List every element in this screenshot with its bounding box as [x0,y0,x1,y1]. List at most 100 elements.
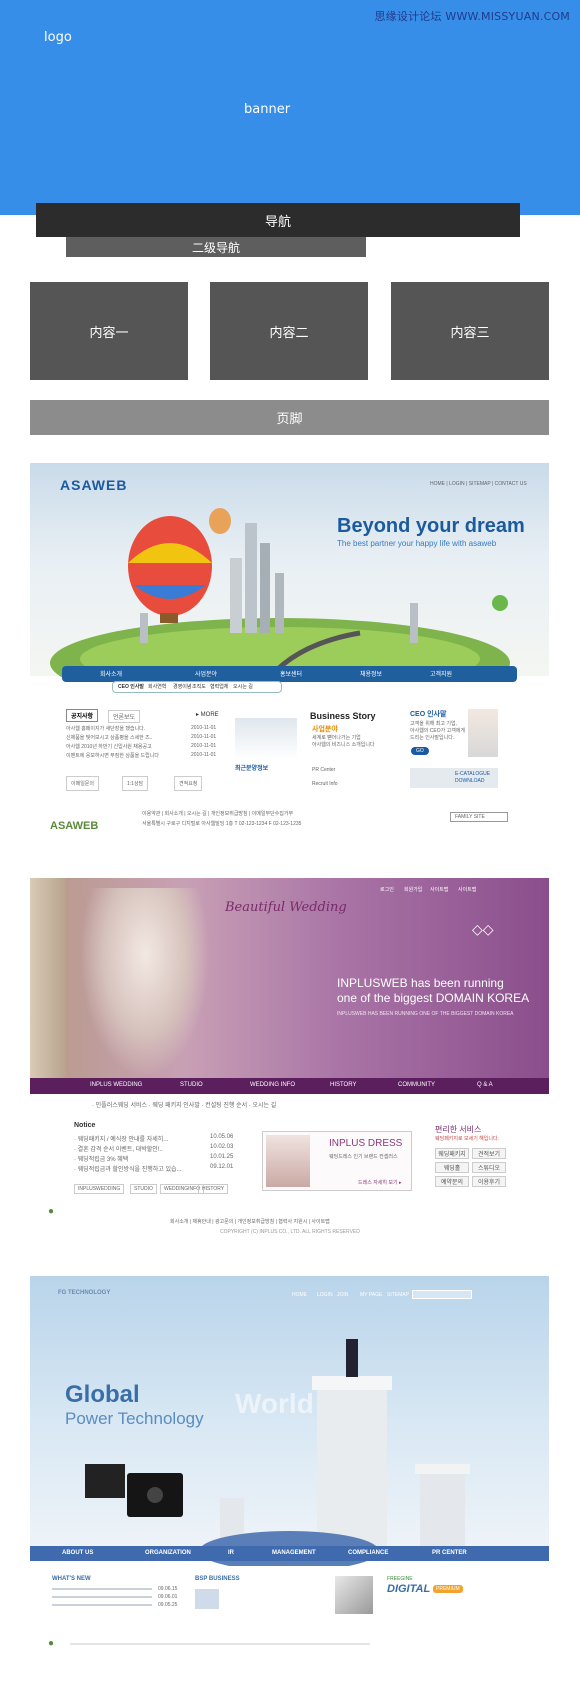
nav-item[interactable]: COMPLIANCE [348,1550,388,1556]
news-item-line[interactable] [52,1604,152,1606]
nav-item[interactable]: 홍보센터 [280,669,302,678]
recent-info[interactable]: 최근분양정보 [235,763,268,772]
notice-item[interactable]: · 웨딩패키지 / 예식장 안내를 자세히... [74,1134,168,1143]
top-link[interactable]: 사이트맵 [458,886,476,893]
news-item-line[interactable] [52,1588,152,1590]
news-item-line[interactable] [52,1596,152,1598]
notice-item[interactable]: 이벤트에 응모하시면 푸짐한 상품을 드립니다 [66,752,159,759]
nav-item[interactable]: PR CENTER [432,1550,467,1556]
nav-item[interactable]: 고객지원 [430,669,452,678]
notice-item[interactable]: 아사웹 홈페이지가 새단장을 했습니다. [66,725,145,732]
service-button[interactable]: 예약문의 [435,1176,469,1187]
hero-headline-2: one of the biggest DOMAIN KOREA [337,991,530,1005]
search-input[interactable] [412,1290,472,1299]
notice-tab[interactable]: INPLUSWEDDING [74,1184,125,1194]
content-label: 内容三 [450,325,490,341]
top-link[interactable]: JOIN [337,1292,348,1298]
banner-label: banner [244,102,291,117]
notice-date: 10.02.03 [210,1144,234,1150]
service-title: 편리한 서비스 [435,1125,482,1134]
content-box-2[interactable]: 内容二 [210,282,368,380]
service-button[interactable]: 웨딩홀 [435,1162,469,1173]
sub-nav-item[interactable]: 오시는 길 [233,683,253,690]
notice-tab[interactable]: STUDIO [130,1184,157,1194]
nav-item[interactable]: 사업분야 [195,669,217,678]
notice-item[interactable]: 신제품을 빛어보시고 상품평을 스세한 즈.. [66,734,153,741]
brand-logo[interactable]: FG TECHNOLOGY [58,1290,110,1296]
sub-nav[interactable]: 二级导航 [66,237,366,257]
world-watermark: World [235,1388,314,1419]
dress-banner[interactable]: INPLUS DRESS 웨딩드레스 인기 브랜드 컨셉러스 드레스 자세히 보… [262,1131,412,1191]
hero-headline: Beyond your dream [337,515,525,537]
nav-item[interactable]: ORGANIZATION [145,1550,191,1556]
nav-item[interactable]: ABOUT US [62,1550,93,1556]
recruit-link[interactable]: Recruit Info [312,781,338,787]
nav-item[interactable]: Q & A [477,1082,493,1088]
catalogue-button[interactable]: E-CATALOGUE DOWNLOAD [410,768,498,788]
service-button[interactable]: 이용후기 [472,1176,506,1187]
copyright: COPYRIGHT (C) INPLUS CO., LTD. ALL RIGHT… [220,1229,360,1235]
subnav-label: 二级导航 [191,240,240,255]
notice-date: 09.12.01 [210,1164,234,1170]
model-photo [266,1135,310,1187]
pr-center-link[interactable]: PR Center [312,767,335,773]
top-links[interactable]: HOME | LOGIN | SITEMAP | CONTACT US [430,481,527,487]
logo[interactable]: logo [44,30,72,45]
quick-link[interactable]: 1:1상담 [122,776,149,791]
dress-more-link[interactable]: 드레스 자세히 보기 ▸ [358,1179,401,1186]
nav-item[interactable]: WEDDING INFO [250,1082,295,1088]
nav-item[interactable]: HISTORY [330,1082,356,1088]
footer-links[interactable]: 회사소개 | 제휴안내 | 광고문의 | 개인정보취급방침 | 협력사 지원시 … [170,1218,330,1225]
ceo-title: CEO 인사말 [410,711,447,718]
bride-photo [80,888,210,1078]
top-link[interactable]: HOME [292,1292,307,1298]
quick-link[interactable]: 이메일문의 [66,776,100,791]
content-box-1[interactable]: 内容一 [30,282,188,380]
service-button[interactable]: 견적보기 [472,1148,506,1159]
nav-item[interactable]: IR [228,1550,234,1556]
nav-item[interactable]: COMMUNITY [398,1082,435,1088]
top-link[interactable]: 사이트맵 [430,886,448,893]
brand-logo[interactable]: ASAWEB [60,477,127,493]
sub-nav-item[interactable]: 조직도 [192,683,206,690]
ceo-desc: 고객을 위해 최고 기업, 아사웹의 CEO가 고객에게 드리는 인사말입니다. [410,721,466,741]
nav-item[interactable]: 채용정보 [360,669,382,678]
sub-nav-item[interactable]: 협력업체 [210,683,228,690]
sub-nav-item[interactable]: 회사연혁 [148,683,166,690]
service-button[interactable]: 웨딩패키지 [435,1148,469,1159]
ring-icon: ◇◇ [472,921,494,937]
service-button[interactable]: 스튜디오 [472,1162,506,1173]
sub-nav-item[interactable]: CEO 인사말 [118,683,144,690]
notice-item[interactable]: · 결혼 감격 순서 이벤트, 대박할인!.. [74,1144,163,1153]
content-box-3[interactable]: 内容三 [391,282,549,380]
top-link[interactable]: LOGIN [317,1292,333,1298]
main-nav[interactable]: 导航 [36,203,520,237]
footer-links[interactable]: 이용약관 | 회사소개 | 오시는 길 | 개인정보취급방침 | 이메일무단수집… [142,810,293,817]
top-link[interactable]: SITEMAP [387,1292,409,1298]
family-site-select[interactable]: FAMILY SITE [450,812,508,822]
notice-item[interactable]: · 웨딩적립금 3% 혜택 [74,1154,128,1163]
tab-press[interactable]: 언론보도 [108,710,141,723]
top-link[interactable]: 회원가입 [404,886,422,893]
sub-nav[interactable]: · 인플러스웨딩 서비스 · 웨딩 패키지 인사말 · 컨설팅 진행 순서 · … [92,1100,276,1109]
go-button[interactable]: GO [411,747,429,755]
top-link[interactable]: MY PAGE [360,1292,382,1298]
nav-item[interactable]: MANAGEMENT [272,1550,316,1556]
hero-headline-1: INPLUSWEB has been running [337,976,504,990]
nav-item[interactable]: 회사소개 [100,669,122,678]
top-link[interactable]: 로그인 [380,886,394,893]
sub-nav-item[interactable]: 경영이념 [173,683,191,690]
dress-sub: 웨딩드레스 인기 브랜드 컨셉러스 [329,1154,398,1160]
tab-notice[interactable]: 공지사항 [66,709,99,722]
nav-item[interactable]: INPLUS WEDDING [90,1082,142,1088]
footer-address: 서울특별시 구로구 디지털로 아사웹빌딩 1층 T 02-123-1234 F … [142,821,302,827]
more-link[interactable]: ▸ MORE [196,711,219,718]
nav-item[interactable]: STUDIO [180,1082,203,1088]
notice-tab[interactable]: HISTORY [198,1184,229,1194]
notice-item[interactable]: 아사웹 2010년 하반기 신입사원 채용공고 [66,743,152,750]
notice-title: Notice [74,1122,96,1129]
notice-item[interactable]: · 웨딩적립금과 할인방식을 진행하고 있습... [74,1164,182,1173]
footer-logo-icon: ● [48,1638,55,1649]
quick-link[interactable]: 견적요청 [174,776,203,791]
content-label: 内容一 [89,325,129,341]
